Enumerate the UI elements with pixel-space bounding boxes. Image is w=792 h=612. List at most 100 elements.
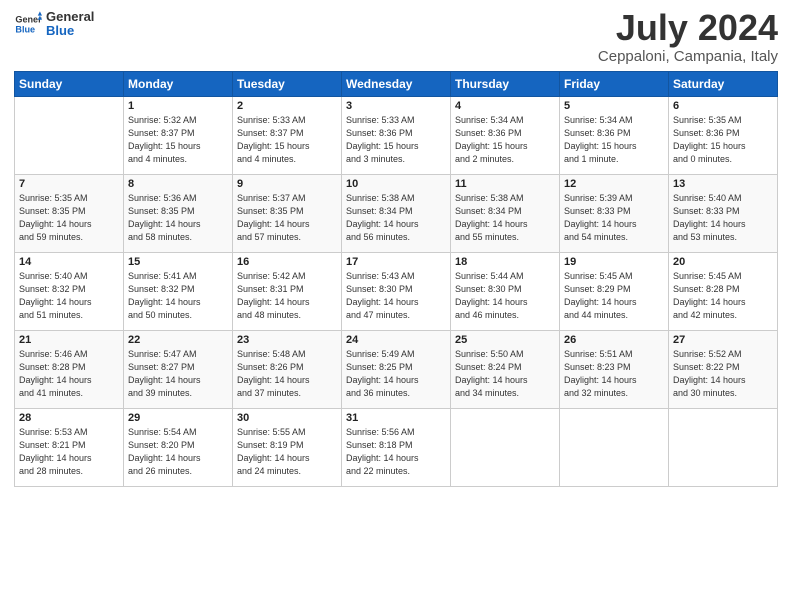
calendar-cell: 9 Sunrise: 5:37 AM Sunset: 8:35 PM Daylig… [233, 175, 342, 253]
calendar-cell: 23Sunrise: 5:48 AM Sunset: 8:26 PM Dayli… [233, 331, 342, 409]
cell-info: Sunrise: 5:51 AM Sunset: 8:23 PM Dayligh… [564, 348, 664, 400]
calendar-cell: 4 Sunrise: 5:34 AM Sunset: 8:36 PM Daylig… [451, 97, 560, 175]
day-number: 8 [128, 178, 228, 190]
calendar-cell: 17 Sunrise: 5:43 AM Sunset: 8:30 PM Dayli… [342, 253, 451, 331]
calendar-body: 1Sunrise: 5:32 AM Sunset: 8:37 PM Daylig… [15, 97, 778, 487]
cell-info: Sunrise: 5:50 AM Sunset: 8:24 PM Dayligh… [455, 348, 555, 400]
month-title: July 2024 [598, 10, 778, 46]
calendar-week-2: 7 Sunrise: 5:35 AM Sunset: 8:35 PM Daylig… [15, 175, 778, 253]
cell-info: Sunrise: 5:36 AM Sunset: 8:35 PM Dayligh… [128, 192, 228, 244]
col-wednesday: Wednesday [342, 72, 451, 97]
cell-info: Sunrise: 5:43 AM Sunset: 8:30 PM Dayligh… [346, 270, 446, 322]
day-number: 26 [564, 334, 664, 346]
calendar-cell: 12 Sunrise: 5:39 AM Sunset: 8:33 PM Dayli… [560, 175, 669, 253]
cell-info: Sunrise: 5:40 AM Sunset: 8:33 PM Dayligh… [673, 192, 773, 244]
day-number: 11 [455, 178, 555, 190]
cell-info: Sunrise: 5:38 AM Sunset: 8:34 PM Dayligh… [346, 192, 446, 244]
cell-info: Sunrise: 5:45 AM Sunset: 8:29 PM Dayligh… [564, 270, 664, 322]
day-number: 22 [128, 334, 228, 346]
calendar-cell [669, 409, 778, 487]
calendar-table: Sunday Monday Tuesday Wednesday Thursday… [14, 71, 778, 487]
cell-info: Sunrise: 5:53 AM Sunset: 8:21 PM Dayligh… [19, 426, 119, 478]
calendar-cell: 25 Sunrise: 5:50 AM Sunset: 8:24 PM Dayli… [451, 331, 560, 409]
day-number: 25 [455, 334, 555, 346]
calendar-cell: 29 Sunrise: 5:54 AM Sunset: 8:20 PM Dayli… [124, 409, 233, 487]
cell-info: Sunrise: 5:35 AM Sunset: 8:35 PM Dayligh… [19, 192, 119, 244]
day-number: 13 [673, 178, 773, 190]
calendar-cell: 14 Sunrise: 5:40 AM Sunset: 8:32 PM Dayli… [15, 253, 124, 331]
svg-text:Blue: Blue [15, 25, 35, 35]
cell-info: Sunrise: 5:39 AM Sunset: 8:33 PM Dayligh… [564, 192, 664, 244]
day-number: 21 [19, 334, 119, 346]
day-number: 29 [128, 412, 228, 424]
day-number: 6 [673, 100, 773, 112]
calendar-week-3: 14 Sunrise: 5:40 AM Sunset: 8:32 PM Dayli… [15, 253, 778, 331]
day-number: 30 [237, 412, 337, 424]
cell-info: Sunrise: 5:40 AM Sunset: 8:32 PM Dayligh… [19, 270, 119, 322]
calendar-cell: 1Sunrise: 5:32 AM Sunset: 8:37 PM Daylig… [124, 97, 233, 175]
calendar-cell: 27 Sunrise: 5:52 AM Sunset: 8:22 PM Dayli… [669, 331, 778, 409]
cell-info: Sunrise: 5:37 AM Sunset: 8:35 PM Dayligh… [237, 192, 337, 244]
cell-info: Sunrise: 5:56 AM Sunset: 8:18 PM Dayligh… [346, 426, 446, 478]
col-saturday: Saturday [669, 72, 778, 97]
calendar-cell: 20Sunrise: 5:45 AM Sunset: 8:28 PM Dayli… [669, 253, 778, 331]
logo-general: General [46, 10, 94, 24]
page-container: General Blue General Blue July 2024 Cepp… [0, 0, 792, 497]
title-block: July 2024 Ceppaloni, Campania, Italy [598, 10, 778, 65]
cell-info: Sunrise: 5:52 AM Sunset: 8:22 PM Dayligh… [673, 348, 773, 400]
col-thursday: Thursday [451, 72, 560, 97]
calendar-cell: 31 Sunrise: 5:56 AM Sunset: 8:18 PM Dayli… [342, 409, 451, 487]
logo-blue: Blue [46, 24, 94, 38]
calendar-week-1: 1Sunrise: 5:32 AM Sunset: 8:37 PM Daylig… [15, 97, 778, 175]
cell-info: Sunrise: 5:38 AM Sunset: 8:34 PM Dayligh… [455, 192, 555, 244]
logo-icon: General Blue [14, 10, 42, 38]
cell-info: Sunrise: 5:32 AM Sunset: 8:37 PM Dayligh… [128, 114, 228, 166]
cell-info: Sunrise: 5:55 AM Sunset: 8:19 PM Dayligh… [237, 426, 337, 478]
day-number: 19 [564, 256, 664, 268]
calendar-cell: 16Sunrise: 5:42 AM Sunset: 8:31 PM Dayli… [233, 253, 342, 331]
calendar-header: Sunday Monday Tuesday Wednesday Thursday… [15, 72, 778, 97]
calendar-cell: 15Sunrise: 5:41 AM Sunset: 8:32 PM Dayli… [124, 253, 233, 331]
day-number: 27 [673, 334, 773, 346]
day-number: 16 [237, 256, 337, 268]
day-number: 23 [237, 334, 337, 346]
calendar-cell: 18Sunrise: 5:44 AM Sunset: 8:30 PM Dayli… [451, 253, 560, 331]
day-number: 12 [564, 178, 664, 190]
day-number: 28 [19, 412, 119, 424]
logo: General Blue General Blue [14, 10, 94, 39]
calendar-cell: 10 Sunrise: 5:38 AM Sunset: 8:34 PM Dayli… [342, 175, 451, 253]
cell-info: Sunrise: 5:49 AM Sunset: 8:25 PM Dayligh… [346, 348, 446, 400]
calendar-cell: 26 Sunrise: 5:51 AM Sunset: 8:23 PM Dayli… [560, 331, 669, 409]
day-number: 7 [19, 178, 119, 190]
calendar-cell: 13 Sunrise: 5:40 AM Sunset: 8:33 PM Dayli… [669, 175, 778, 253]
calendar-cell: 7 Sunrise: 5:35 AM Sunset: 8:35 PM Daylig… [15, 175, 124, 253]
day-number: 3 [346, 100, 446, 112]
cell-info: Sunrise: 5:47 AM Sunset: 8:27 PM Dayligh… [128, 348, 228, 400]
cell-info: Sunrise: 5:41 AM Sunset: 8:32 PM Dayligh… [128, 270, 228, 322]
calendar-cell [15, 97, 124, 175]
cell-info: Sunrise: 5:34 AM Sunset: 8:36 PM Dayligh… [455, 114, 555, 166]
calendar-cell: 21Sunrise: 5:46 AM Sunset: 8:28 PM Dayli… [15, 331, 124, 409]
col-friday: Friday [560, 72, 669, 97]
cell-info: Sunrise: 5:35 AM Sunset: 8:36 PM Dayligh… [673, 114, 773, 166]
day-number: 4 [455, 100, 555, 112]
cell-info: Sunrise: 5:33 AM Sunset: 8:36 PM Dayligh… [346, 114, 446, 166]
day-number: 10 [346, 178, 446, 190]
calendar-week-5: 28 Sunrise: 5:53 AM Sunset: 8:21 PM Dayli… [15, 409, 778, 487]
calendar-cell: 19 Sunrise: 5:45 AM Sunset: 8:29 PM Dayli… [560, 253, 669, 331]
col-sunday: Sunday [15, 72, 124, 97]
calendar-cell [451, 409, 560, 487]
header: General Blue General Blue July 2024 Cepp… [14, 10, 778, 65]
calendar-week-4: 21Sunrise: 5:46 AM Sunset: 8:28 PM Dayli… [15, 331, 778, 409]
day-number: 9 [237, 178, 337, 190]
calendar-cell: 11 Sunrise: 5:38 AM Sunset: 8:34 PM Dayli… [451, 175, 560, 253]
col-tuesday: Tuesday [233, 72, 342, 97]
calendar-cell [560, 409, 669, 487]
day-number: 20 [673, 256, 773, 268]
day-number: 17 [346, 256, 446, 268]
day-number: 14 [19, 256, 119, 268]
cell-info: Sunrise: 5:54 AM Sunset: 8:20 PM Dayligh… [128, 426, 228, 478]
day-number: 24 [346, 334, 446, 346]
day-number: 31 [346, 412, 446, 424]
cell-info: Sunrise: 5:44 AM Sunset: 8:30 PM Dayligh… [455, 270, 555, 322]
